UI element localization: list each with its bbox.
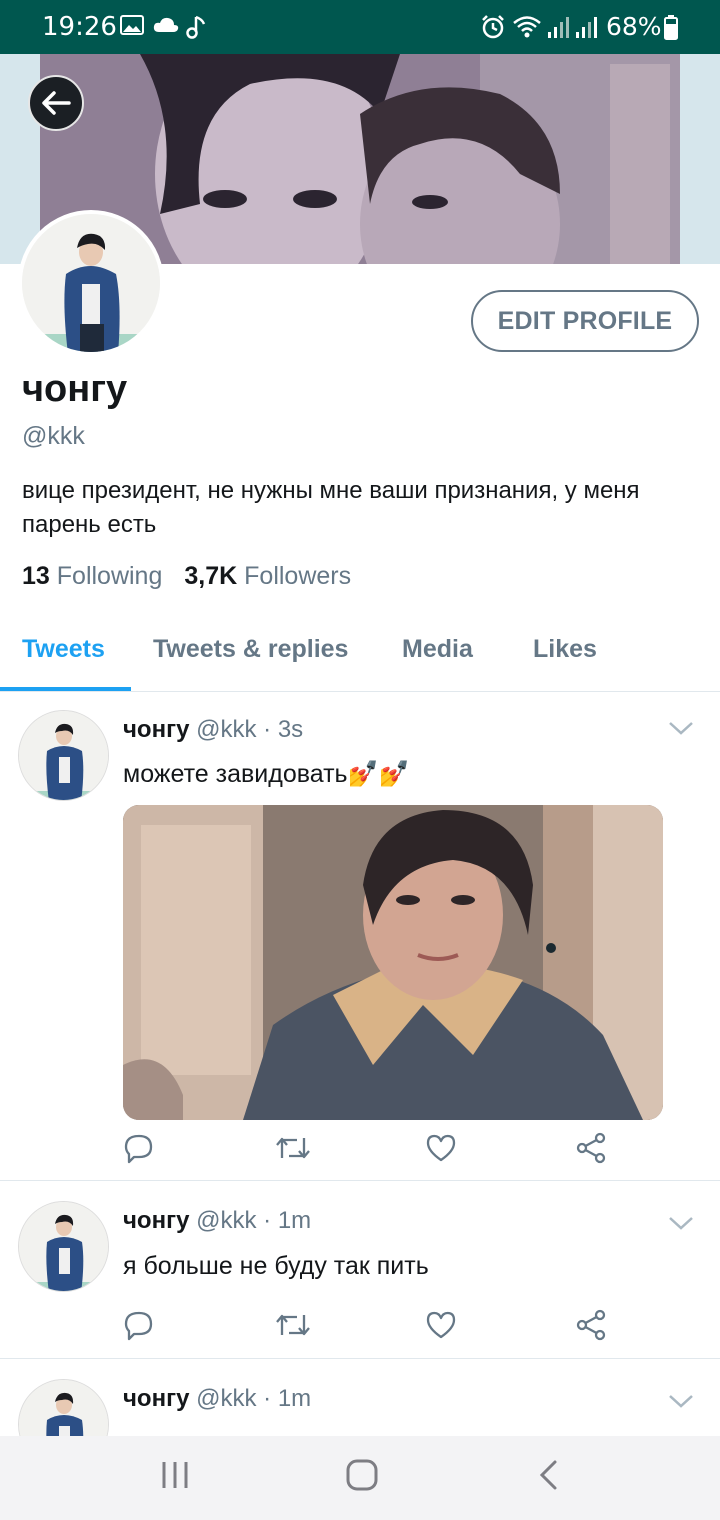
- retweet-icon[interactable]: [275, 1309, 310, 1341]
- avatar-photo: [19, 1380, 108, 1436]
- avatar-photo: [19, 711, 108, 800]
- followers-label: Followers: [244, 562, 352, 590]
- back-button[interactable]: [28, 75, 84, 131]
- tweet-photo: [123, 805, 663, 1120]
- tweet-avatar[interactable]: [18, 1379, 109, 1436]
- chevron-down-icon[interactable]: [668, 720, 694, 741]
- status-time: 19:26: [42, 12, 117, 42]
- profile-handle: @kkk: [22, 422, 85, 450]
- tweet-time: · 3s: [263, 716, 304, 743]
- avatar-photo: [19, 1202, 108, 1291]
- reply-icon[interactable]: [123, 1309, 155, 1341]
- tweet[interactable]: чонгу @kkk · 3s можете завидовать💅💅: [0, 692, 720, 1181]
- followers-count: 3,7K: [184, 562, 238, 590]
- status-bar: 19:26 68%: [0, 0, 720, 54]
- tweet-author-handle: @kkk: [196, 1385, 257, 1412]
- chevron-down-icon[interactable]: [668, 1393, 694, 1414]
- tweet-time: · 1m: [263, 1385, 312, 1412]
- music-note-icon: [186, 14, 208, 45]
- tweet[interactable]: чонгу @kkk · 1m: [0, 1359, 720, 1436]
- retweet-icon[interactable]: [275, 1132, 310, 1164]
- following-count: 13: [22, 562, 50, 590]
- tweet-author-name[interactable]: чонгу: [123, 716, 189, 743]
- arrow-left-icon: [42, 91, 71, 115]
- tweet-author-name[interactable]: чонгу: [123, 1207, 189, 1234]
- tweet-text: можете завидовать💅💅: [123, 760, 410, 788]
- tab-tweets[interactable]: Tweets: [22, 635, 105, 664]
- system-nav-bar: [0, 1436, 720, 1520]
- tweet-avatar[interactable]: [18, 1201, 109, 1292]
- following-link[interactable]: 13 Following: [22, 562, 162, 590]
- profile-bio: вице президент, не нужны мне ваши призна…: [22, 477, 640, 538]
- cloud-icon: [152, 14, 180, 41]
- profile-avatar[interactable]: [18, 210, 164, 356]
- image-icon: [120, 14, 144, 41]
- tweet-author-name[interactable]: чонгу: [123, 1385, 189, 1412]
- active-tab-indicator: [0, 687, 131, 691]
- chevron-down-icon[interactable]: [668, 1215, 694, 1236]
- tweet[interactable]: чонгу @kkk · 1m я больше не буду так пит…: [0, 1181, 720, 1359]
- tweet-avatar[interactable]: [18, 710, 109, 801]
- profile-name: чонгу: [22, 368, 128, 410]
- tweet-time: · 1m: [263, 1207, 312, 1234]
- profile-stats: 13 Following 3,7K Followers: [22, 562, 351, 591]
- alarm-icon: [480, 14, 506, 45]
- reply-icon[interactable]: [123, 1132, 155, 1164]
- battery-percentage: 68%: [606, 12, 662, 41]
- signal-icon: [546, 14, 572, 45]
- tweet-text: я больше не буду так пить: [123, 1252, 429, 1280]
- tweet-header: чонгу @kkk · 3s: [123, 716, 303, 744]
- like-icon[interactable]: [425, 1309, 457, 1341]
- battery-icon: [664, 14, 678, 45]
- tweet-header: чонгу @kkk · 1m: [123, 1207, 311, 1235]
- recent-apps-icon[interactable]: [160, 1458, 190, 1497]
- tweet-author-handle: @kkk: [196, 716, 257, 743]
- like-icon[interactable]: [425, 1132, 457, 1164]
- tweet-image[interactable]: [123, 805, 663, 1120]
- tweet-author-handle: @kkk: [196, 1207, 257, 1234]
- share-icon[interactable]: [576, 1132, 608, 1164]
- tab-media[interactable]: Media: [402, 635, 473, 664]
- share-icon[interactable]: [576, 1309, 608, 1341]
- tab-tweets-replies[interactable]: Tweets & replies: [153, 635, 348, 664]
- tab-likes[interactable]: Likes: [533, 635, 597, 664]
- home-icon[interactable]: [345, 1458, 379, 1497]
- back-icon[interactable]: [536, 1458, 562, 1497]
- tweet-header: чонгу @kkk · 1m: [123, 1385, 311, 1413]
- following-label: Following: [56, 562, 163, 590]
- profile-tabs: Tweets Tweets & replies Media Likes: [0, 615, 720, 692]
- followers-link[interactable]: 3,7K Followers: [184, 562, 351, 590]
- signal-icon: [574, 14, 600, 45]
- avatar-photo: [22, 214, 160, 352]
- wifi-icon: [512, 14, 542, 45]
- edit-profile-button[interactable]: EDIT PROFILE: [471, 290, 699, 352]
